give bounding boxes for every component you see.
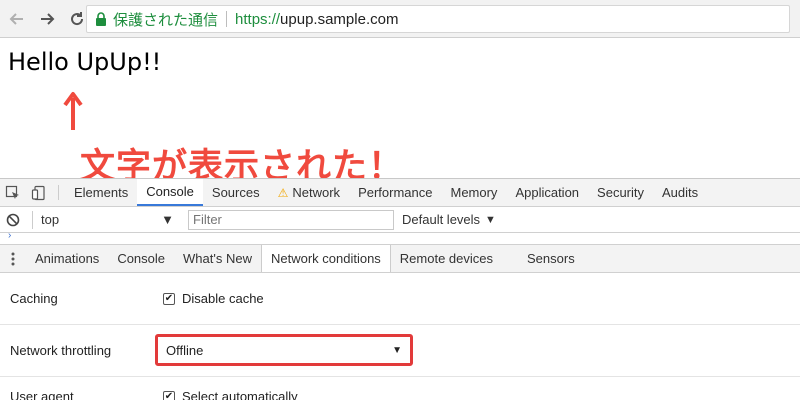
levels-label: Default levels [402,212,481,227]
lock-icon [96,12,106,26]
network-conditions-panel: Caching ✔ Disable cache Network throttli… [0,273,800,400]
drawer-tab-remote-devices[interactable]: Remote devices [391,245,502,272]
context-value: top [41,212,60,227]
warning-icon: ⚠ [277,185,289,200]
tab-divider [58,185,59,200]
checkbox-checked-icon: ✔ [163,390,175,400]
throttling-row: Network throttling Offline ▼ [0,325,800,377]
tab-sources[interactable]: Sources [203,179,269,206]
levels-dropdown[interactable]: Default levels ▼ [402,212,496,227]
cursor-select-icon [5,185,19,199]
back-button[interactable] [4,6,30,32]
triangle-down-icon: ▼ [392,344,402,356]
tab-performance[interactable]: Performance [349,179,441,206]
device-icon [31,185,45,200]
drawer-tab-whats-new[interactable]: What's New [174,245,261,272]
tab-memory[interactable]: Memory [441,179,506,206]
page-viewport: Hello UpUp!! 文字が表示された！ [0,38,800,187]
browser-toolbar: 保護された通信 https:// upup.sample.com [0,0,800,38]
address-bar[interactable]: 保護された通信 https:// upup.sample.com [86,5,790,33]
filter-input[interactable] [188,209,394,230]
throttling-value: Offline [166,342,204,358]
throttling-label: Network throttling [10,343,112,358]
console-output[interactable]: › [0,230,800,245]
secure-indicator[interactable]: 保護された通信 [95,9,218,30]
select-automatically-label: Select automatically [182,389,298,400]
drawer-menu-button[interactable] [0,245,26,272]
drawer-tab-network-conditions[interactable]: Network conditions [260,245,391,272]
disable-cache-checkbox[interactable]: ✔ Disable cache [163,291,264,306]
tab-security[interactable]: Security [588,179,653,206]
checkbox-checked-icon: ✔ [163,292,175,305]
tab-application[interactable]: Application [506,179,588,206]
devtools-tabbar: Elements Console Sources ⚠ Network Perfo… [0,179,800,207]
clear-console-button[interactable] [0,212,26,228]
tab-network-label: Network [292,185,341,200]
url-host: upup.sample.com [280,10,399,28]
forward-button[interactable] [34,6,60,32]
drawer-tab-sensors[interactable]: Sensors [518,245,584,272]
arrow-up-icon [62,90,84,130]
drawer-tab-animations[interactable]: Animations [26,245,108,272]
user-agent-label: User agent [10,389,74,400]
reload-icon [71,11,84,25]
caching-row: Caching ✔ Disable cache [0,273,800,325]
select-automatically-checkbox[interactable]: ✔ Select automatically [163,389,298,400]
triangle-down-icon: ▼ [485,213,496,226]
arrow-left-icon [9,12,23,25]
block-icon [6,213,20,226]
throttling-select[interactable]: Offline ▼ [155,334,413,366]
device-toolbar-button[interactable] [26,179,52,206]
tab-console[interactable]: Console [137,179,203,206]
url-scheme: https:// [235,10,281,28]
inspect-element-button[interactable] [0,179,26,206]
context-selector[interactable]: top ▼ [32,210,182,229]
secure-label: 保護された通信 [113,11,219,29]
drawer-tabbar: Animations Console What's New Network co… [0,245,800,273]
devtools-panel: Elements Console Sources ⚠ Network Perfo… [0,178,800,400]
omnibox-divider [226,11,228,27]
page-heading: Hello UpUp!! [8,48,162,76]
more-vertical-icon [11,252,15,265]
arrow-right-icon [41,12,55,25]
caching-label: Caching [10,291,58,306]
disable-cache-label: Disable cache [182,291,264,306]
user-agent-row: User agent ✔ Select automatically [0,377,800,400]
tab-network[interactable]: ⚠ Network [269,179,349,206]
tab-elements[interactable]: Elements [65,179,137,206]
drawer-tab-console[interactable]: Console [108,245,174,272]
tab-audits[interactable]: Audits [653,179,707,206]
triangle-down-icon: ▼ [161,212,174,227]
console-toolbar: top ▼ Default levels ▼ [0,207,800,233]
prompt-icon: › [8,230,12,241]
